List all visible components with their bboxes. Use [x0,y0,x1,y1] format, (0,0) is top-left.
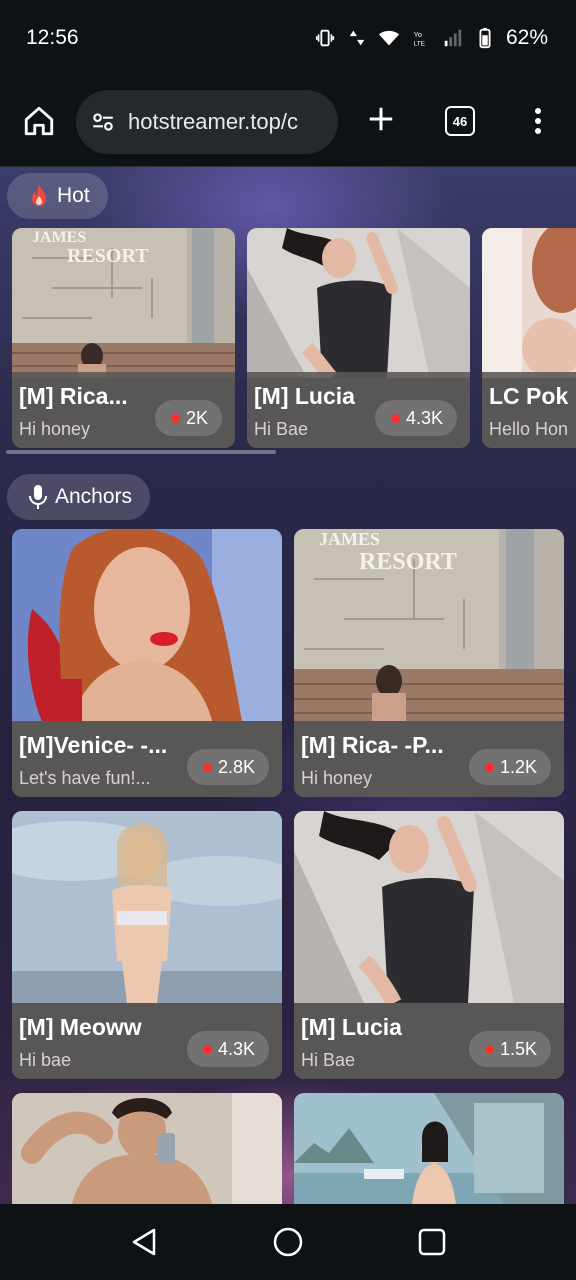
live-dot-icon [484,1044,494,1054]
back-icon[interactable] [128,1226,160,1258]
streamer-photo [12,529,282,721]
streamer-name: [M] Lucia [301,1014,402,1040]
streamer-name: [M] Rica... [19,383,128,409]
streamer-name: [M] Rica- -P... [301,732,444,758]
microphone-icon [29,485,47,509]
streamer-photo [294,1093,564,1204]
streamer-photo: JAMES RESORT [294,529,564,721]
anchor-card[interactable] [12,1093,282,1204]
signal-icon [444,29,462,47]
live-dot-icon [202,1044,212,1054]
hot-label: Hot [57,184,90,207]
streamer-message: Hi honey [19,419,91,439]
card-info: [M] Rica... Hi honey 2K [12,372,235,448]
browser-toolbar: hotstreamer.top/c 46 [0,80,576,167]
streamer-photo [294,811,564,1003]
streamer-name: [M]Venice- -... [19,732,168,758]
sign-top-text: JAMES [319,529,380,549]
streamer-name: LC Pok [489,383,569,409]
address-bar[interactable]: hotstreamer.top/c [76,90,338,154]
live-dot-icon [202,762,212,772]
svg-text:LTE: LTE [414,40,425,47]
viewer-badge: 4.3K [374,400,457,436]
viewer-count: 1.2K [499,756,537,777]
viewer-count: 2K [185,407,208,428]
live-dot-icon [484,762,494,772]
viewer-badge: 2.8K [186,749,269,785]
streamer-message: Let's have fun!... [19,768,151,788]
sign-top-text: JAMES [32,229,86,246]
anchors-section-chip[interactable]: Anchors [7,474,151,520]
vibrate-icon [315,29,335,47]
anchor-card[interactable]: [M] Lucia Hi Bae 1.5K [294,811,564,1079]
battery-icon [479,27,491,49]
card-info: [M] Rica- -P... Hi honey 1.2K [294,721,564,797]
viewer-badge: 1.5K [468,1031,551,1067]
tab-switcher-button[interactable]: 46 [445,106,475,136]
streamer-photo [482,228,576,378]
viewer-count: 4.3K [217,1038,255,1059]
recents-icon[interactable] [416,1226,448,1258]
viewer-badge: 1.2K [468,749,551,785]
home-nav-icon[interactable] [272,1226,304,1258]
streamer-photo [12,811,282,1003]
wifi-icon [378,30,400,46]
hot-scroll-indicator [6,450,276,454]
new-tab-icon[interactable] [366,104,396,134]
svg-text:Yo: Yo [414,30,422,39]
streamer-photo [12,1093,282,1204]
card-info: [M] Lucia Hi Bae 4.3K [247,372,470,448]
status-bar: 12:56 Yo LTE 62% [0,0,576,80]
live-dot-icon [170,413,180,423]
data-arrows-icon [349,30,365,46]
hot-card[interactable]: JAMES RESORT [M] Rica... Hi honey 2K [12,228,235,448]
hot-section-chip[interactable]: Hot [7,173,108,219]
streamer-photo [247,228,470,378]
anchor-card[interactable] [294,1093,564,1204]
site-settings-icon[interactable] [90,109,116,135]
streamer-message: Hi Bae [254,419,309,439]
card-info: LC Pok Hello Hon [482,372,576,448]
hot-card[interactable]: LC Pok Hello Hon [482,228,576,448]
streamer-name: [M] Lucia [254,383,355,409]
status-time: 12:56 [26,26,79,49]
viewer-badge: 2K [154,400,222,436]
streamer-message: Hi honey [301,768,373,788]
url-text[interactable]: hotstreamer.top/c [128,109,298,135]
page-content: Hot JAMES RESORT [M] Rica... Hi honey 2K [0,167,576,1204]
streamer-name: [M] Meoww [19,1014,142,1040]
anchor-card[interactable]: [M] Meoww Hi bae 4.3K [12,811,282,1079]
card-info: [M]Venice- -... Let's have fun!... 2.8K [12,721,282,797]
viewer-count: 1.5K [499,1038,537,1059]
viewer-count: 2.8K [217,756,255,777]
streamer-photo: JAMES RESORT [12,228,235,378]
anchor-card[interactable]: JAMES RESORT [M] Rica- -P... Hi honey 1.… [294,529,564,797]
sign-text: RESORT [67,245,149,267]
anchors-label: Anchors [55,485,133,508]
anchor-card[interactable]: [M]Venice- -... Let's have fun!... 2.8K [12,529,282,797]
hot-card[interactable]: [M] Lucia Hi Bae 4.3K [247,228,470,448]
battery-percent: 62% [505,26,548,49]
streamer-message: Hi bae [19,1050,72,1070]
card-info: [M] Meoww Hi bae 4.3K [12,1003,282,1079]
home-icon[interactable] [22,104,56,138]
streamer-message: Hello Hon [489,419,569,439]
viewer-count: 4.3K [405,407,443,428]
card-info: [M] Lucia Hi Bae 1.5K [294,1003,564,1079]
live-dot-icon [390,413,400,423]
sign-text: RESORT [359,549,457,575]
viewer-badge: 4.3K [186,1031,269,1067]
system-nav-bar [0,1204,576,1280]
more-menu-icon[interactable] [526,106,550,136]
flame-icon [32,184,46,206]
streamer-message: Hi Bae [301,1050,356,1070]
tab-count: 46 [452,113,468,129]
status-icons: Yo LTE 62% [314,26,548,50]
volte-icon: YoLTE [414,30,425,47]
